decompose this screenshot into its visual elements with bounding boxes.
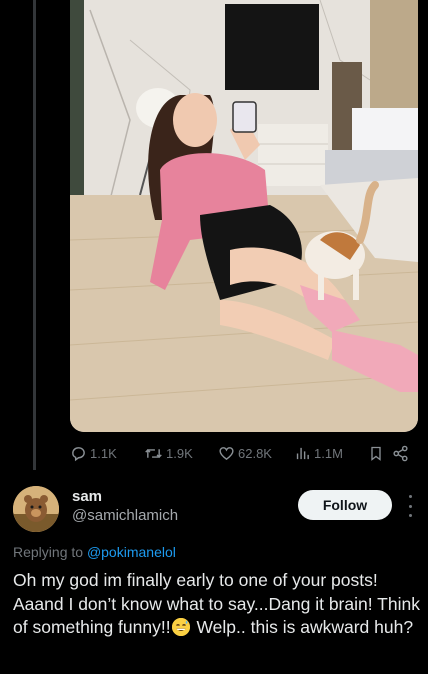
post-image[interactable] [70,0,418,432]
reply-author-avatar[interactable] [13,486,59,532]
views-count: 1.1M [314,445,343,461]
reply-author-handle[interactable]: @samichlamich [72,507,178,524]
reply-count: 1.1K [90,445,117,461]
share-icon [393,445,408,461]
replying-to-handle-link[interactable]: @pokimanelol [87,544,176,560]
reply-icon [72,446,85,461]
views-chart-icon [296,447,309,459]
retweet-count: 1.9K [166,445,193,461]
reply-action[interactable]: 1.1K [70,445,144,462]
heart-icon [219,446,234,460]
views-action[interactable]: 1.1M [294,445,368,462]
avatar-image [13,486,59,532]
more-options-icon[interactable] [402,495,418,517]
replying-to-prefix: Replying to [13,544,87,560]
reply-text: Oh my god im finally early to one of you… [13,569,425,640]
retweet-action[interactable]: 1.9K [144,445,218,462]
sweat-smile-emoji-icon [171,618,190,636]
bookmark-icon [371,446,381,461]
reply-text-part2: Welp.. this is awkward huh? [191,617,414,637]
like-count: 62.8K [238,445,272,461]
bookmark-action[interactable] [368,445,392,462]
like-action[interactable]: 62.8K [218,445,294,462]
retweet-icon [145,448,162,458]
post-photo-illustration [70,0,418,432]
share-action[interactable] [392,445,416,462]
post-action-bar: 1.1K 1.9K 62.8K 1.1M [70,440,418,466]
thread-connector-line [33,0,36,470]
follow-button[interactable]: Follow [298,490,392,520]
replying-to-line: Replying to @pokimanelol [13,544,176,560]
reply-author-name[interactable]: sam [72,488,102,505]
